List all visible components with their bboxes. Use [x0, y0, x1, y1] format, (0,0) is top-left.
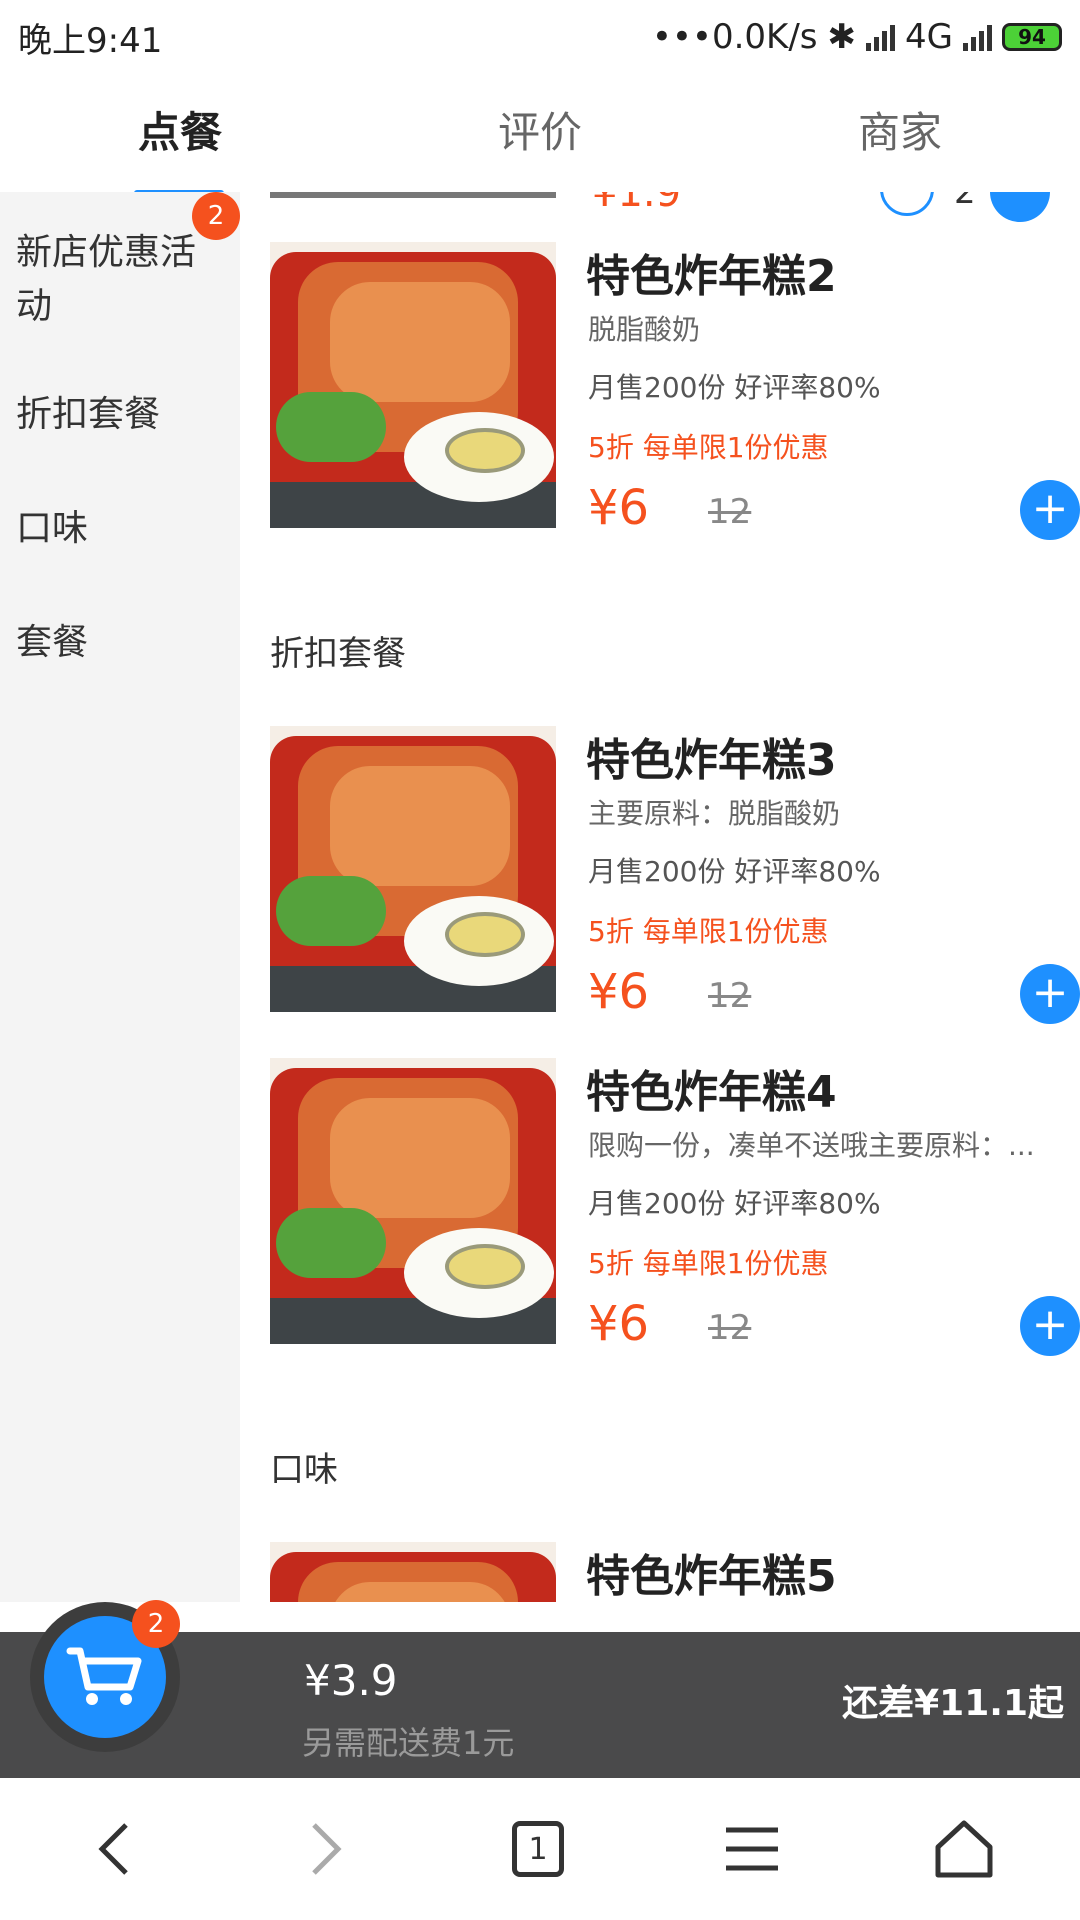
home-icon — [935, 1820, 993, 1878]
cart-total: ¥3.9 — [304, 1656, 398, 1705]
food-price: ¥6 — [588, 480, 650, 536]
food-promo: 5折 每单限1份优惠 — [588, 431, 829, 464]
food-promo: 5折 每单限1份优惠 — [588, 1247, 829, 1280]
food-image-partial — [270, 192, 556, 198]
back-icon — [98, 1823, 128, 1875]
food-name: 特色炸年糕4 — [586, 1067, 837, 1118]
food-promo: 5折 每单限1份优惠 — [588, 915, 829, 948]
food-old-price: 12 — [708, 976, 752, 1016]
tab-merchant[interactable]: 商家 — [720, 74, 1080, 192]
add-button-partial[interactable] — [990, 192, 1050, 222]
sidebar-badge: 2 — [192, 192, 240, 240]
battery-icon: 94 — [1002, 23, 1062, 51]
food-item[interactable]: 特色炸年糕5 — [270, 1542, 1050, 1602]
home-button[interactable] — [904, 1778, 1024, 1920]
bluetooth-icon: ✱ — [827, 17, 857, 57]
network-speed: •••0.0K/s — [651, 17, 818, 57]
item-count: 2 — [954, 192, 976, 212]
food-price-partial: ¥1.9 — [592, 192, 682, 216]
section-title: 口味 — [270, 1450, 338, 1490]
forward-icon — [312, 1823, 342, 1875]
menu-button[interactable] — [692, 1778, 812, 1920]
network-type: 4G — [905, 17, 953, 57]
menu-list[interactable]: ¥1.9 2 特色炸年糕2 脱脂酸奶 月售200份 好评率80% 5折 每单限1… — [240, 192, 1080, 1602]
sidebar-item-combo[interactable]: 套餐 — [16, 616, 226, 670]
food-price: ¥6 — [588, 1296, 650, 1352]
status-bar: 晚上9:41 •••0.0K/s ✱ 4G 94 — [0, 0, 1080, 74]
add-button[interactable]: + — [1020, 1296, 1080, 1356]
food-name: 特色炸年糕5 — [586, 1551, 837, 1602]
section-title: 折扣套餐 — [270, 634, 406, 674]
cart-delivery-fee: 另需配送费1元 — [302, 1724, 515, 1762]
sidebar-item-new-store-promo[interactable]: 新店优惠活动 — [16, 226, 226, 334]
category-sidebar: 新店优惠活动 折扣套餐 口味 套餐 — [0, 192, 240, 1602]
back-button[interactable] — [54, 1778, 174, 1920]
sidebar-item-discount-combo[interactable]: 折扣套餐 — [16, 388, 226, 442]
food-price: ¥6 — [588, 964, 650, 1020]
food-old-price: 12 — [708, 1308, 752, 1348]
cart-icon — [66, 1647, 142, 1705]
food-item[interactable]: 特色炸年糕2 脱脂酸奶 月售200份 好评率80% 5折 每单限1份优惠 ¥6 … — [270, 242, 1080, 540]
forward-button[interactable] — [266, 1778, 386, 1920]
status-time: 晚上9:41 — [18, 20, 163, 61]
food-old-price: 12 — [708, 492, 752, 532]
food-name: 特色炸年糕2 — [586, 251, 837, 302]
food-sales: 月售200份 好评率80% — [588, 371, 881, 404]
food-image — [270, 1542, 556, 1602]
food-name: 特色炸年糕3 — [586, 735, 837, 786]
food-image — [270, 726, 556, 1012]
food-desc: 主要原料：脱脂酸奶 — [588, 797, 841, 830]
add-button[interactable]: + — [1020, 480, 1080, 540]
food-sales: 月售200份 好评率80% — [588, 855, 881, 888]
cart-badge: 2 — [132, 1600, 180, 1648]
tab-order[interactable]: 点餐 — [0, 74, 360, 192]
minus-button[interactable] — [880, 192, 934, 216]
menu-icon — [726, 1827, 778, 1871]
min-order-button[interactable]: 还差¥11.1起 — [842, 1674, 1064, 1726]
food-desc: 限购一份，凑单不送哦主要原料：... — [588, 1129, 1035, 1162]
tabs-count: 1 — [528, 1831, 548, 1867]
food-image — [270, 242, 556, 528]
tab-reviews[interactable]: 评价 — [360, 74, 720, 192]
browser-nav-bar: 1 — [0, 1778, 1080, 1920]
food-item[interactable]: 特色炸年糕3 主要原料：脱脂酸奶 月售200份 好评率80% 5折 每单限1份优… — [270, 726, 1080, 1024]
signal-icon — [866, 23, 896, 51]
status-indicators: •••0.0K/s ✱ 4G 94 — [652, 17, 1062, 57]
food-image — [270, 1058, 556, 1344]
tabs-button[interactable]: 1 — [478, 1778, 598, 1920]
add-button[interactable]: + — [1020, 964, 1080, 1024]
signal-icon-2 — [963, 23, 992, 51]
tabs-count-icon: 1 — [512, 1821, 564, 1877]
sidebar-item-flavor[interactable]: 口味 — [16, 502, 226, 556]
food-item[interactable]: 特色炸年糕4 限购一份，凑单不送哦主要原料：... 月售200份 好评率80% … — [270, 1058, 1080, 1356]
food-sales: 月售200份 好评率80% — [588, 1187, 881, 1220]
food-desc: 脱脂酸奶 — [588, 313, 701, 346]
tab-bar: 点餐 评价 商家 — [0, 74, 1080, 192]
